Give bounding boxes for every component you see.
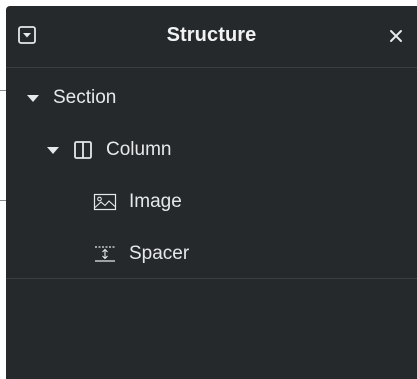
collapse-square-icon[interactable]	[18, 26, 36, 44]
close-icon[interactable]	[388, 28, 404, 44]
tree-item-section[interactable]: Section	[27, 83, 116, 113]
caret-down-icon[interactable]	[27, 94, 39, 102]
panel-header: Structure	[6, 6, 417, 68]
panel-empty-area	[6, 279, 417, 379]
tree-item-label: Image	[129, 191, 182, 212]
panel-title: Structure	[166, 24, 257, 46]
tree-item-label: Spacer	[129, 243, 190, 264]
column-layout-icon	[73, 140, 93, 160]
image-icon	[93, 192, 117, 212]
tree-item-label: Column	[106, 139, 172, 160]
spacer-icon	[93, 244, 117, 264]
tree-item-image[interactable]: Image	[93, 187, 182, 217]
structure-panel: Structure Section Column Image Spacer	[6, 6, 417, 379]
caret-down-icon[interactable]	[47, 146, 59, 154]
structure-tree: Section Column Image Spacer	[6, 68, 417, 279]
tree-item-spacer[interactable]: Spacer	[93, 239, 189, 269]
tree-item-column[interactable]: Column	[47, 135, 171, 165]
tree-item-label: Section	[53, 87, 117, 108]
